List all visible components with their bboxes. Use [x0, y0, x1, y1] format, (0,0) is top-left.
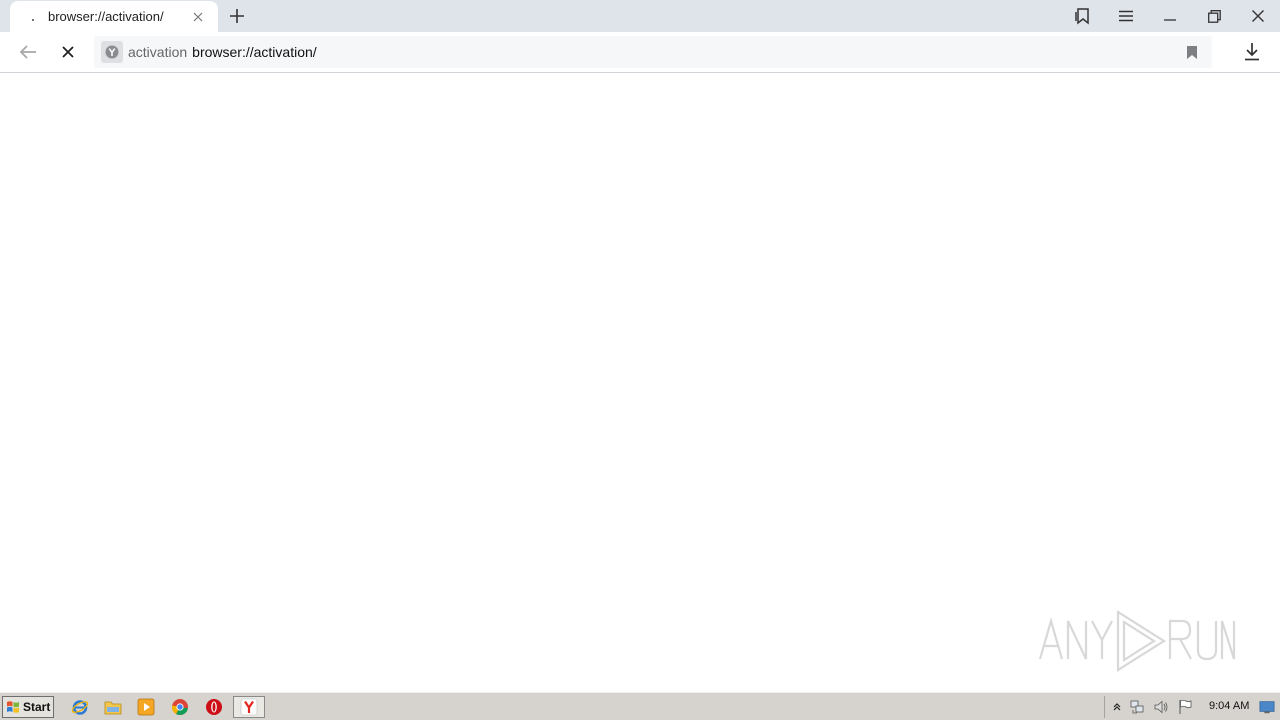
restore-icon	[1207, 9, 1221, 23]
network-tray[interactable]	[1129, 699, 1145, 715]
hamburger-icon	[1119, 10, 1133, 22]
url-full: browser://activation/	[192, 44, 317, 60]
yandex-browser-icon	[240, 698, 258, 716]
taskbar-media-player[interactable]	[137, 698, 155, 716]
system-clock[interactable]: 9:04 AM	[1209, 700, 1249, 712]
window-controls	[1060, 0, 1280, 32]
tab-activation[interactable]: browser://activation/	[10, 1, 218, 32]
volume-tray[interactable]	[1153, 699, 1169, 715]
taskbar-yandex-browser[interactable]	[233, 696, 265, 718]
back-arrow-icon	[19, 45, 36, 59]
bookmarks-icon	[1075, 8, 1089, 25]
yandex-y-icon	[105, 45, 119, 59]
restore-button[interactable]	[1192, 0, 1236, 32]
start-label: Start	[23, 700, 51, 714]
chrome-icon	[172, 699, 188, 716]
url-text: activation browser://activation/	[128, 44, 317, 60]
file-explorer-icon	[104, 701, 122, 715]
show-desktop-button[interactable]	[1259, 699, 1275, 715]
network-icon	[1130, 700, 1144, 714]
stop-icon	[62, 46, 74, 58]
new-tab-button[interactable]	[227, 6, 247, 26]
tab-title: browser://activation/	[48, 9, 164, 24]
page-content	[0, 73, 1280, 692]
site-info-icon[interactable]	[101, 41, 123, 63]
plus-icon	[230, 9, 244, 23]
system-tray: 9:04 AM	[1104, 696, 1280, 718]
desktop-icon	[1259, 701, 1275, 714]
menu-button[interactable]	[1104, 0, 1148, 32]
bookmark-button[interactable]	[1184, 44, 1200, 60]
taskbar: Start 9:04 AM	[0, 692, 1280, 720]
browser-toolbar: activation browser://activation/	[0, 32, 1280, 72]
close-icon	[1252, 10, 1264, 22]
flag-icon	[1179, 699, 1192, 714]
opera-icon	[206, 699, 222, 715]
screen: browser://activation/ activation browser…	[0, 0, 1280, 720]
chevron-up-icon	[1113, 703, 1121, 711]
start-button[interactable]: Start	[2, 696, 54, 718]
windows-logo-icon	[7, 701, 19, 713]
internet-explorer-icon	[71, 700, 89, 715]
taskbar-chrome[interactable]	[171, 698, 189, 716]
taskbar-file-explorer[interactable]	[104, 698, 122, 716]
back-button[interactable]	[16, 40, 40, 64]
anyrun-watermark-logo	[1036, 604, 1236, 674]
stop-loading-button[interactable]	[56, 40, 80, 64]
bookmark-icon	[1187, 45, 1197, 59]
tab-close-icon[interactable]	[190, 9, 206, 25]
url-domain: activation	[128, 44, 188, 60]
show-hidden-icons-button[interactable]	[1109, 699, 1125, 715]
media-player-icon	[137, 698, 155, 716]
loading-icon	[28, 12, 38, 22]
downloads-button[interactable]	[1240, 40, 1264, 64]
download-icon	[1245, 43, 1259, 61]
tab-strip: browser://activation/	[0, 0, 1280, 32]
action-center-tray[interactable]	[1177, 699, 1193, 715]
taskbar-opera[interactable]	[205, 698, 223, 716]
address-bar[interactable]: activation browser://activation/	[94, 36, 1212, 68]
bookmarks-panel-button[interactable]	[1060, 0, 1104, 32]
speaker-icon	[1154, 700, 1168, 714]
minimize-icon	[1164, 19, 1176, 21]
taskbar-internet-explorer[interactable]	[71, 698, 89, 716]
minimize-button[interactable]	[1148, 0, 1192, 32]
close-window-button[interactable]	[1236, 0, 1280, 32]
